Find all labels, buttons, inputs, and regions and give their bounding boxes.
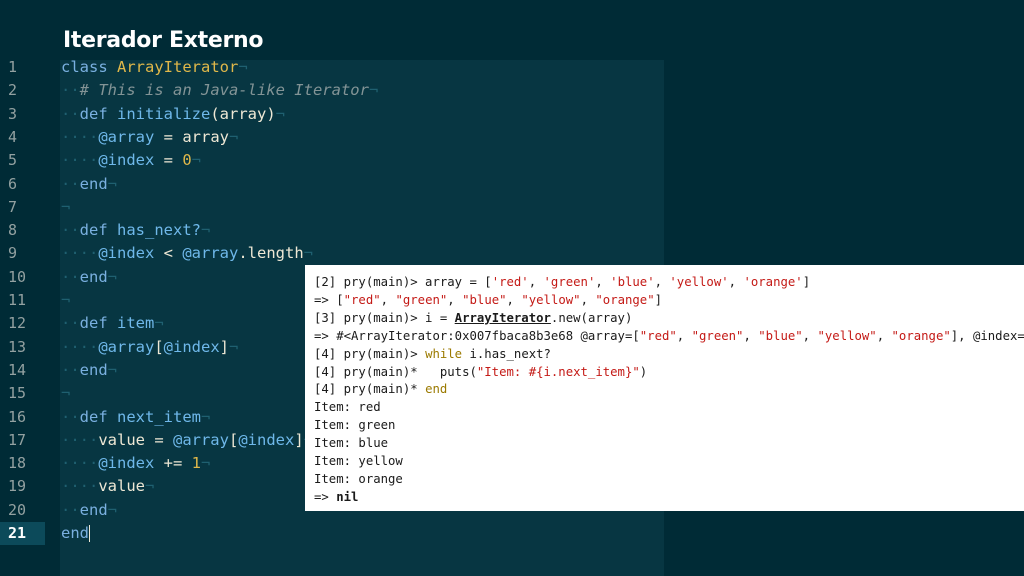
code-text: class ArrayIterator¬ xyxy=(61,58,248,76)
line-number: 3 xyxy=(8,104,18,123)
code-text: end xyxy=(61,524,90,542)
text-cursor xyxy=(89,525,90,542)
code-line[interactable]: 2 ··# This is an Java-like Iterator¬ xyxy=(0,79,1024,102)
line-number: 21 xyxy=(0,522,45,545)
terminal-line: Item: red xyxy=(314,400,381,415)
code-text: ··def has_next?¬ xyxy=(61,221,211,240)
code-text: ··end¬ xyxy=(61,174,118,193)
code-line[interactable]: 9 ····@index < @array.length¬ xyxy=(0,242,1024,265)
terminal-line: [3] pry(main)> i = ArrayIterator.new(arr… xyxy=(314,310,633,325)
line-number: 17 xyxy=(8,430,27,449)
code-line[interactable]: 8 ··def has_next?¬ xyxy=(0,219,1024,242)
terminal-line: Item: yellow xyxy=(314,454,403,468)
code-text: ··def item¬ xyxy=(61,314,164,333)
line-number: 15 xyxy=(8,384,27,403)
code-text: ··def initialize(array)¬ xyxy=(61,104,285,123)
line-number: 16 xyxy=(8,407,27,426)
line-number: 1 xyxy=(8,58,18,76)
code-text: ····value¬ xyxy=(61,477,155,496)
terminal-line: [2] pry(main)> array = ['red', 'green', … xyxy=(314,275,811,289)
slide-title: Iterador Externo xyxy=(63,28,264,53)
code-line[interactable]: 6 ··end¬ xyxy=(0,173,1024,196)
terminal-line: [4] pry(main)> while i.has_next? xyxy=(314,346,551,361)
code-line[interactable]: 7 ¬ xyxy=(0,196,1024,219)
code-line[interactable]: 3 ··def initialize(array)¬ xyxy=(0,103,1024,126)
terminal-line: [4] pry(main)* end xyxy=(314,382,448,397)
code-text: ····@array = array¬ xyxy=(61,127,239,146)
terminal-line: => #<ArrayIterator:0x007fbaca8b3e68 @arr… xyxy=(314,328,1024,343)
line-number: 14 xyxy=(8,360,27,379)
code-text: ¬ xyxy=(61,384,71,403)
pry-terminal-output: [2] pry(main)> array = ['red', 'green', … xyxy=(305,265,1024,511)
line-number: 8 xyxy=(8,221,18,240)
terminal-line: Item: orange xyxy=(314,471,403,486)
code-text: ··end¬ xyxy=(61,360,118,379)
line-number: 10 xyxy=(8,267,27,286)
code-line[interactable]: 5 ····@index = 0¬ xyxy=(0,149,1024,172)
line-number: 2 xyxy=(8,81,18,100)
code-text: ····@index += 1¬ xyxy=(61,454,211,473)
code-text: ¬ xyxy=(61,197,71,216)
terminal-line: Item: blue xyxy=(314,436,389,451)
code-text: ··def next_item¬ xyxy=(61,407,211,426)
code-line[interactable]: 1 class ArrayIterator¬ xyxy=(0,56,1024,79)
line-number: 6 xyxy=(8,174,18,193)
code-text: ····@index = 0¬ xyxy=(61,151,202,170)
line-number: 12 xyxy=(8,314,27,333)
code-text: ··end¬ xyxy=(61,500,118,519)
line-number: 9 xyxy=(8,244,18,263)
code-text: ····@index < @array.length¬ xyxy=(61,244,313,263)
code-text: ··end¬ xyxy=(61,267,118,286)
terminal-line: => ["red", "green", "blue", "yellow", "o… xyxy=(314,292,663,307)
terminal-line: [4] pry(main)* puts("Item: #{i.next_item… xyxy=(314,364,648,379)
line-number: 4 xyxy=(8,127,18,146)
line-number: 11 xyxy=(8,291,27,309)
code-text: ····value = @array[@index]¬ xyxy=(61,430,313,449)
line-number: 19 xyxy=(8,477,27,496)
line-number: 13 xyxy=(8,337,27,356)
line-number: 18 xyxy=(8,454,27,473)
terminal-line: Item: green xyxy=(314,418,396,433)
code-line[interactable]: 4 ····@array = array¬ xyxy=(0,126,1024,149)
code-text: ¬ xyxy=(61,291,71,309)
line-number: 20 xyxy=(8,500,27,519)
line-number: 7 xyxy=(8,197,18,216)
code-text: ····@array[@index]¬ xyxy=(61,337,239,356)
terminal-line: => nil xyxy=(314,489,359,504)
code-line[interactable]: 21 end xyxy=(0,522,1024,545)
line-number: 5 xyxy=(8,151,18,170)
code-text: ··# This is an Java-like Iterator¬ xyxy=(61,81,379,100)
